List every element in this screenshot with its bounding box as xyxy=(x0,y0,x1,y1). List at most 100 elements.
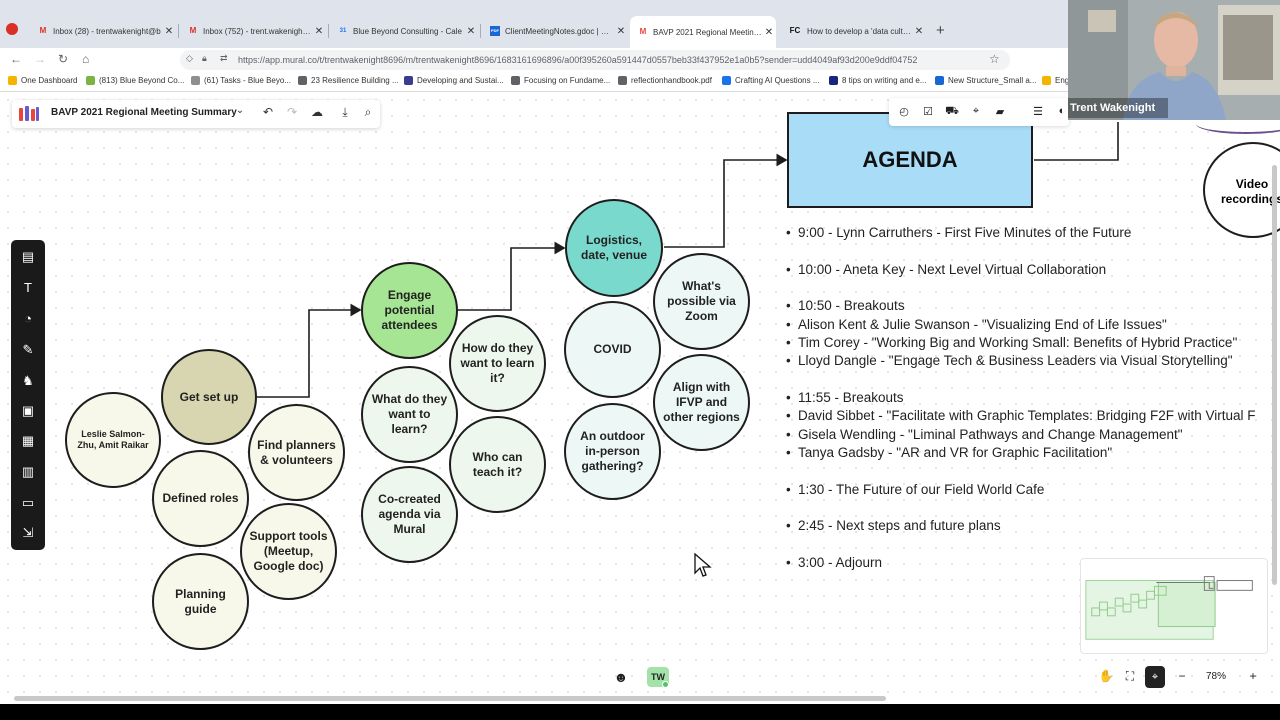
circle-label: Leslie Salmon-Zhu, Amit Raikar xyxy=(77,429,149,450)
planning-guide-circle[interactable]: Planning guide xyxy=(152,553,249,650)
laser-pointer-icon[interactable]: ⌖ xyxy=(969,105,983,118)
bookmark-star-icon[interactable]: ☆ xyxy=(989,52,1000,66)
forward-arrow-icon[interactable]: → xyxy=(34,52,46,66)
close-icon[interactable]: ✕ xyxy=(312,26,326,37)
bookmark-item[interactable]: reflectionhandbook.pdf xyxy=(618,76,712,85)
align-ifvp-circle[interactable]: Align with IFVP and other regions xyxy=(653,354,750,451)
site-settings-icon[interactable]: ⇄ xyxy=(220,53,228,64)
bookmark-label: New Structure_Small a... xyxy=(948,76,1037,85)
upload-icon[interactable]: ⇲ xyxy=(19,524,37,542)
bullet-icon: • xyxy=(786,353,791,368)
image-icon[interactable]: ▣ xyxy=(19,402,37,420)
cloud-sync-icon[interactable]: ☁ xyxy=(309,105,325,119)
tab-gmail-inbox-2[interactable]: M Inbox (752) - trent.wakenight@ ✕ xyxy=(180,17,326,45)
lock-icon[interactable]: 🔒︎ xyxy=(202,53,207,64)
bullet-icon: • xyxy=(786,262,791,277)
tab-data-culture[interactable]: FC How to develop a 'data culture ✕ xyxy=(780,17,926,45)
close-icon[interactable]: ✕ xyxy=(162,26,176,37)
outdoor-gathering-circle[interactable]: An outdoor in-person gathering? xyxy=(564,403,661,500)
browser-profile-icon[interactable] xyxy=(6,23,18,35)
select-tool-icon[interactable]: ⛶ xyxy=(1122,669,1138,684)
get-set-up-circle[interactable]: Get set up xyxy=(161,349,257,445)
mouse-cursor-icon xyxy=(694,553,712,577)
undo-icon[interactable]: ↶ xyxy=(260,105,276,119)
voting-icon[interactable]: ☑ xyxy=(921,105,935,118)
tab-divider xyxy=(178,24,179,38)
zoom-possible-circle[interactable]: What's possible via Zoom xyxy=(653,253,750,350)
shapes-icon[interactable]: ◔ xyxy=(19,310,37,328)
download-icon[interactable]: ⤓ xyxy=(337,105,353,120)
icons-icon[interactable]: ♞ xyxy=(19,372,37,390)
table-icon[interactable]: ▥ xyxy=(19,463,37,481)
tab-label: ClientMeetingNotes.gdoc | Pow xyxy=(505,26,614,36)
covid-circle[interactable]: COVID xyxy=(564,301,661,398)
vertical-scrollbar[interactable] xyxy=(1272,165,1277,585)
engage-attendees-circle[interactable]: Engage potential attendees xyxy=(361,262,458,359)
support-tools-circle[interactable]: Support tools (Meetup, Google doc) xyxy=(240,503,337,600)
board-title[interactable]: BAVP 2021 Regional Meeting Summary xyxy=(51,107,237,118)
bookmark-item[interactable]: 8 tips on writing and e... xyxy=(829,76,927,85)
bookmark-item[interactable]: Crafting AI Questions ... xyxy=(722,76,819,85)
bookmark-item[interactable]: Focusing on Fundame... xyxy=(511,76,610,85)
comments-icon[interactable]: ◐ xyxy=(1055,105,1069,117)
zoom-level[interactable]: 78% xyxy=(1206,671,1226,682)
defined-roles-circle[interactable]: Defined roles xyxy=(152,450,249,547)
outline-icon[interactable]: ☰ xyxy=(1031,105,1045,118)
bookmark-icon xyxy=(1042,76,1051,85)
sticky-note-icon[interactable]: ▤ xyxy=(19,248,37,266)
summon-icon[interactable]: ⛟ xyxy=(945,105,959,119)
find-planners-circle[interactable]: Find planners & volunteers xyxy=(248,404,345,501)
bookmark-item[interactable]: Developing and Sustai... xyxy=(404,76,504,85)
bookmark-item[interactable]: (813) Blue Beyond Co... xyxy=(86,76,184,85)
templates-icon[interactable]: ▦ xyxy=(19,432,37,450)
close-icon[interactable]: ✕ xyxy=(912,26,926,37)
who-teach-circle[interactable]: Who can teach it? xyxy=(449,416,546,513)
bookmark-icon xyxy=(404,76,413,85)
bookmark-icon xyxy=(191,76,200,85)
bookmark-item[interactable]: One Dashboard xyxy=(8,76,77,85)
bookmark-icon xyxy=(8,76,17,85)
horizontal-scrollbar[interactable] xyxy=(14,696,886,701)
reaction-icon[interactable]: ☻ xyxy=(612,668,630,686)
search-icon[interactable]: ⌕ xyxy=(360,105,376,120)
hand-tool-icon[interactable]: ✋ xyxy=(1098,669,1114,683)
zoom-out-icon[interactable]: − xyxy=(1174,669,1190,683)
names-circle[interactable]: Leslie Salmon-Zhu, Amit Raikar xyxy=(65,392,161,488)
close-icon[interactable]: ✕ xyxy=(614,26,628,37)
logistics-circle[interactable]: Logistics, date, venue xyxy=(565,199,663,297)
reload-icon[interactable]: ↻ xyxy=(58,52,68,66)
how-learn-circle[interactable]: How do they want to learn it? xyxy=(449,315,546,412)
co-created-agenda-circle[interactable]: Co-created agenda via Mural xyxy=(361,466,458,563)
bookmark-item[interactable]: (61) Tasks - Blue Beyo... xyxy=(191,76,291,85)
bookmark-item[interactable]: Eng xyxy=(1042,76,1069,85)
text-icon[interactable]: T xyxy=(19,279,37,297)
agenda-title-box[interactable]: AGENDA xyxy=(787,112,1033,208)
tab-calendar[interactable]: 31 Blue Beyond Consulting - Cale ✕ xyxy=(330,17,478,45)
chevron-down-icon[interactable]: ⌄ xyxy=(232,105,248,116)
pen-icon[interactable]: ✎ xyxy=(19,341,37,359)
bookmark-item[interactable]: 23 Resilience Building ... xyxy=(298,76,399,85)
back-arrow-icon[interactable]: ← xyxy=(10,52,22,66)
home-icon[interactable]: ⌂ xyxy=(82,52,89,66)
private-mode-icon[interactable]: ▰ xyxy=(993,105,1007,118)
new-tab-button[interactable]: + xyxy=(936,22,945,39)
what-learn-circle[interactable]: What do they want to learn? xyxy=(361,366,458,463)
tab-client-notes[interactable]: PDF ClientMeetingNotes.gdoc | Pow ✕ xyxy=(482,17,628,45)
timer-icon[interactable]: ◴ xyxy=(897,105,911,118)
frame-icon[interactable]: ▭ xyxy=(19,494,37,512)
close-icon[interactable]: ✕ xyxy=(464,26,478,37)
bookmark-label: reflectionhandbook.pdf xyxy=(631,76,712,85)
zoom-in-icon[interactable]: + xyxy=(1245,669,1261,683)
bookmark-label: 8 tips on writing and e... xyxy=(842,76,927,85)
minimap[interactable] xyxy=(1080,558,1268,654)
map-tool-icon[interactable]: ⌖ xyxy=(1145,666,1165,688)
tab-mural-board[interactable]: M BAVP 2021 Regional Meeting S ✕ xyxy=(630,16,776,48)
bookmark-item[interactable]: New Structure_Small a... xyxy=(935,76,1036,85)
mural-logo-icon[interactable] xyxy=(18,105,40,123)
tab-gmail-inbox-1[interactable]: M Inbox (28) - trentwakenight@b ✕ xyxy=(30,17,176,45)
redo-icon[interactable]: ↷ xyxy=(284,105,300,119)
shield-icon[interactable]: ◇ xyxy=(186,53,193,64)
bookmark-icon xyxy=(618,76,627,85)
close-icon[interactable]: ✕ xyxy=(762,27,776,38)
url-field[interactable]: ◇ 🔒︎ ⇄ https://app.mural.co/t/trentwaken… xyxy=(180,50,1010,70)
